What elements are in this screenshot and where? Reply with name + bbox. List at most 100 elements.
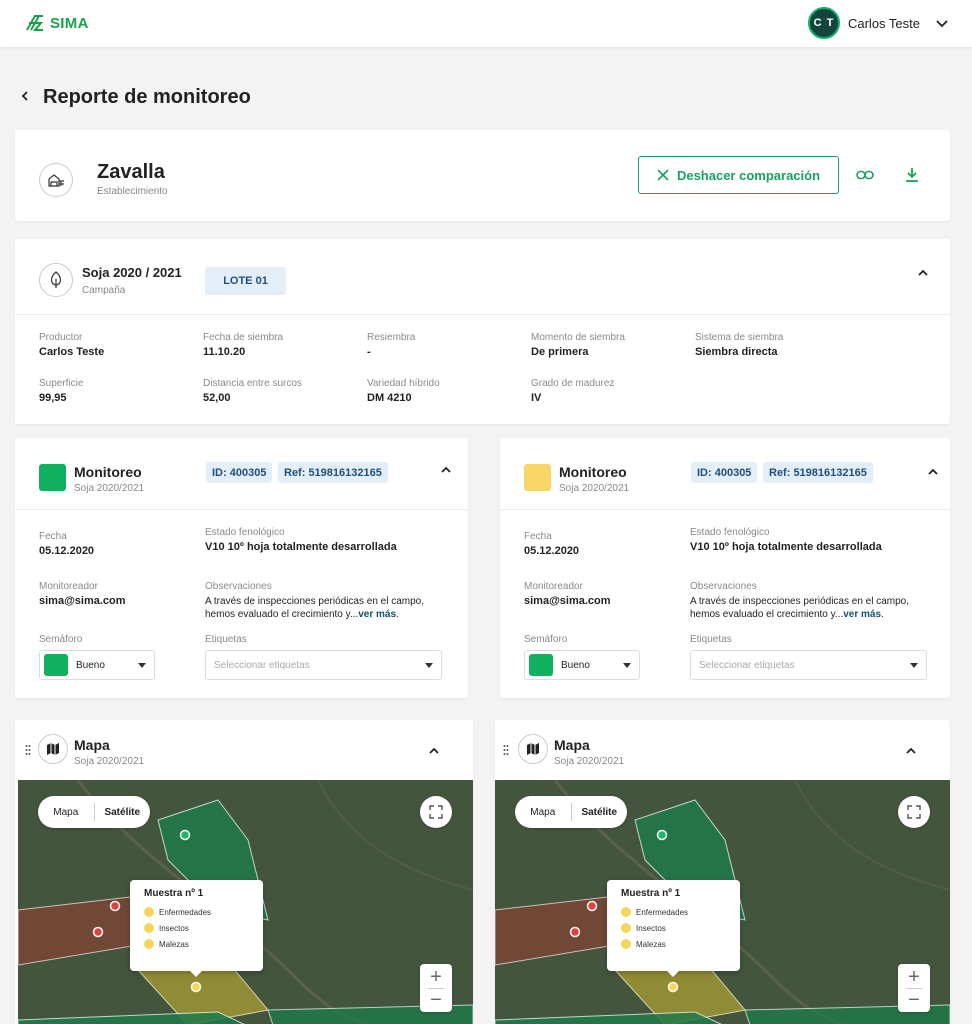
divider <box>15 509 468 510</box>
etiquetas-label: Etiquetas <box>690 634 732 645</box>
sample-popup: Muestra nº 1 Enfermedades Insectos Malez… <box>607 880 740 977</box>
etiquetas-select[interactable]: Seleccionar etiquetas <box>690 650 927 680</box>
popup-item: Enfermedades <box>144 907 249 917</box>
sima-logo-icon <box>26 15 44 31</box>
user-name: Carlos Teste <box>847 15 920 31</box>
undo-compare-label: Deshacer comparación <box>676 167 821 183</box>
field-monitoreador: Monitoreador sima@sima.com <box>524 581 611 607</box>
status-dot <box>621 939 631 949</box>
sample-popup: Muestra nº 1 Enfermedades Insectos Malez… <box>130 880 263 977</box>
download-button[interactable] <box>901 164 923 186</box>
link-icon <box>856 170 874 180</box>
establishment-name: Zavalla <box>97 161 165 183</box>
etiquetas-label: Etiquetas <box>205 634 247 645</box>
campaign-name: Soja 2020 / 2021 <box>82 265 182 280</box>
field-estado-fenologico: Estado fenológico V10 10º hoja totalment… <box>690 527 882 553</box>
map-type-toggle[interactable]: Mapa Satélite <box>38 796 150 828</box>
chevron-up-icon[interactable] <box>427 746 441 756</box>
map-type-toggle[interactable]: Mapa Satélite <box>515 796 627 828</box>
avatar: C T <box>807 7 840 39</box>
close-icon <box>657 169 669 181</box>
status-dot <box>144 923 154 933</box>
toggle-satellite[interactable]: Satélite <box>572 807 628 818</box>
semaforo-select[interactable]: Bueno <box>39 650 155 680</box>
field-superficie: Superficie 99,95 <box>39 378 84 404</box>
leaf-icon <box>50 271 62 288</box>
map-title: Mapa <box>554 737 590 753</box>
caret-down-icon <box>425 663 433 668</box>
field-resiembra: Resiembra - <box>367 332 416 358</box>
popup-item: Enfermedades <box>621 907 726 917</box>
semaforo-swatch <box>529 654 553 676</box>
map-section-icon <box>38 734 68 764</box>
monitoreo-title: Monitoreo <box>559 464 627 480</box>
field-fecha: Fecha 05.12.2020 <box>39 531 95 557</box>
field-variedad: Variedad híbrido DM 4210 <box>367 378 440 404</box>
popup-item: Malezas <box>144 939 249 949</box>
field-fecha: Fecha 05.12.2020 <box>524 531 580 557</box>
popup-item: Insectos <box>144 923 249 933</box>
monitoreo-subtitle: Soja 2020/2021 <box>74 483 145 494</box>
zoom-out-button[interactable]: − <box>908 990 920 1010</box>
campaign-icon <box>39 263 73 297</box>
caret-down-icon <box>138 663 146 668</box>
establishment-subtitle: Establecimiento <box>97 186 168 197</box>
chevron-up-icon[interactable] <box>904 746 918 756</box>
satellite-map[interactable]: Mapa Satélite Muestra nº 1 Enfermedades … <box>495 780 950 1024</box>
campaign-subtitle: Campaña <box>82 285 126 296</box>
monitoreo-subtitle: Soja 2020/2021 <box>559 483 630 494</box>
zoom-in-button[interactable]: + <box>908 967 920 987</box>
toggle-map[interactable]: Mapa <box>38 807 94 818</box>
back-arrow-icon[interactable] <box>18 86 32 106</box>
status-dot <box>621 907 631 917</box>
map-card-1: Mapa Soja 2020/2021 Mapa Satélite Muestr… <box>15 720 473 1024</box>
satellite-map[interactable]: Mapa Satélite Muestra nº 1 Enfermedades … <box>18 780 473 1024</box>
divider <box>15 314 950 315</box>
zoom-controls: + − <box>420 964 452 1012</box>
barn-icon <box>48 174 64 187</box>
link-button[interactable] <box>854 164 876 186</box>
field-fecha-siembra: Fecha de siembra 11.10.20 <box>203 332 284 358</box>
semaforo-select[interactable]: Bueno <box>524 650 640 680</box>
field-estado-fenologico: Estado fenológico V10 10º hoja totalment… <box>205 527 397 553</box>
chevron-down-icon[interactable] <box>934 15 950 31</box>
ver-mas-link[interactable]: ver más <box>843 609 881 620</box>
fullscreen-icon <box>429 805 443 819</box>
toggle-satellite[interactable]: Satélite <box>95 807 151 818</box>
download-icon <box>906 168 918 182</box>
drag-handle-icon[interactable] <box>503 744 509 758</box>
chevron-up-icon[interactable] <box>439 465 453 475</box>
drag-handle-icon[interactable] <box>25 744 31 758</box>
field-distancia-surcos: Distancia entre surcos 52,00 <box>203 378 302 404</box>
establishment-icon <box>39 163 73 197</box>
ver-mas-link[interactable]: ver más <box>358 609 396 620</box>
lote-badge: LOTE 01 <box>205 267 286 295</box>
zoom-out-button[interactable]: − <box>430 990 442 1010</box>
status-dot <box>144 939 154 949</box>
popup-item: Insectos <box>621 923 726 933</box>
field-grado-madurez: Grado de madurez IV <box>531 378 615 404</box>
ref-tag: Ref: 519816132165 <box>763 462 873 483</box>
status-dot <box>621 923 631 933</box>
user-menu[interactable]: C T Carlos Teste <box>807 7 950 39</box>
fullscreen-button[interactable] <box>898 796 930 828</box>
zoom-in-button[interactable]: + <box>430 967 442 987</box>
map-icon <box>47 743 59 755</box>
monitoreo-card-2: Monitoreo Soja 2020/2021 ID: 400305 Ref:… <box>500 438 950 698</box>
popup-item: Malezas <box>621 939 726 949</box>
semaforo-swatch <box>44 654 68 676</box>
status-dot <box>144 907 154 917</box>
chevron-up-icon[interactable] <box>926 467 940 477</box>
undo-compare-button[interactable]: Deshacer comparación <box>638 156 839 194</box>
monitoreo-card-1: Monitoreo Soja 2020/2021 ID: 400305 Ref:… <box>15 438 468 698</box>
chevron-up-icon[interactable] <box>916 268 930 278</box>
etiquetas-select[interactable]: Seleccionar etiquetas <box>205 650 442 680</box>
fullscreen-button[interactable] <box>420 796 452 828</box>
popup-title: Muestra nº 1 <box>144 888 204 899</box>
logo[interactable]: SIMA <box>24 12 89 34</box>
caret-down-icon <box>910 663 918 668</box>
field-momento-siembra: Momento de siembra De primera <box>531 332 625 358</box>
toggle-map[interactable]: Mapa <box>515 807 571 818</box>
map-card-2: Mapa Soja 2020/2021 Mapa Satélite Muestr… <box>495 720 950 1024</box>
map-subtitle: Soja 2020/2021 <box>74 756 145 767</box>
